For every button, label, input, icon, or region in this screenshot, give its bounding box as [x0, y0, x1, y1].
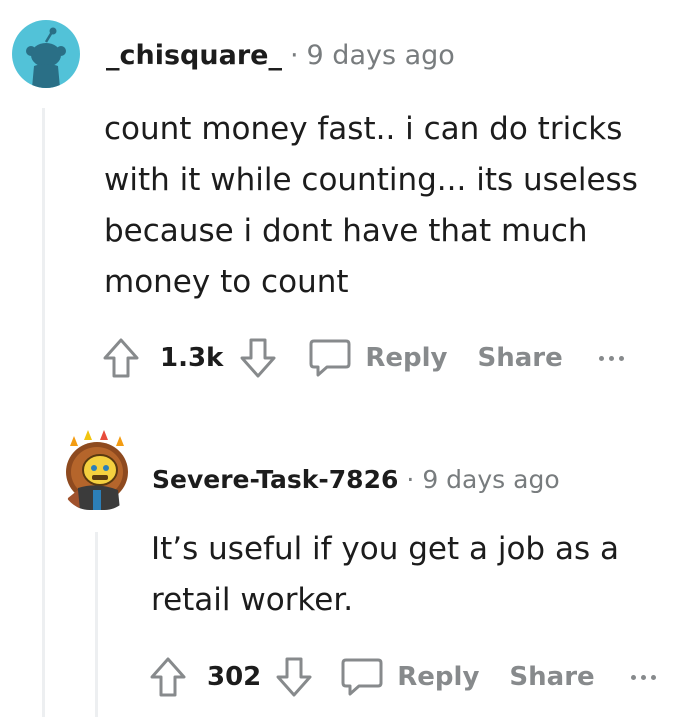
comment-body-line: It’s useful if you get a job as a	[151, 531, 619, 567]
downvote-icon[interactable]	[273, 656, 315, 698]
comment-meta: _chisquare_ · 9 days ago	[106, 40, 455, 71]
comment-icon	[309, 339, 351, 377]
reply-button[interactable]: Reply	[307, 337, 448, 379]
more-options-icon[interactable]	[630, 674, 656, 680]
comment-body-line: money to count	[104, 264, 349, 300]
comment-thread: _chisquare_ · 9 days ago count money fas…	[0, 0, 700, 717]
comment-icon	[341, 658, 383, 696]
comment-body-line: retail worker.	[151, 582, 354, 618]
knight-character-icon	[66, 430, 128, 510]
comment-actions: 1.3k Reply Share	[100, 333, 624, 383]
comment-body-line: count money fast.. i can do tricks	[104, 111, 623, 147]
upvote-icon[interactable]	[147, 656, 189, 698]
user-avatar[interactable]	[60, 428, 134, 510]
reply-button[interactable]: Reply	[339, 656, 479, 698]
comment-body: It’s useful if you get a job as a retail…	[151, 524, 619, 626]
share-button[interactable]: Share	[478, 343, 563, 373]
reply-label: Reply	[365, 343, 448, 373]
vote-score: 1.3k	[160, 343, 224, 373]
thread-line[interactable]	[42, 108, 45, 717]
comment-body: count money fast.. i can do tricks with …	[104, 104, 638, 308]
username[interactable]: _chisquare_	[106, 40, 282, 71]
timestamp[interactable]: 9 days ago	[307, 40, 455, 71]
upvote-icon[interactable]	[100, 337, 142, 379]
more-options-icon[interactable]	[598, 355, 624, 361]
username[interactable]: Severe-Task-7826	[152, 465, 398, 494]
reddit-snoo-icon	[26, 27, 66, 88]
reply-label: Reply	[397, 662, 480, 692]
vote-score: 302	[207, 662, 262, 692]
comment-actions: 302 Reply Share	[147, 652, 656, 702]
timestamp[interactable]: 9 days ago	[422, 465, 559, 494]
comment-body-line: because i dont have that much	[104, 213, 588, 249]
comment-body-line: with it while counting... its useless	[104, 162, 638, 198]
separator: ·	[406, 465, 415, 494]
thread-line[interactable]	[95, 532, 98, 717]
share-button[interactable]: Share	[509, 662, 594, 692]
comment-meta: Severe-Task-7826 · 9 days ago	[152, 465, 560, 494]
downvote-icon[interactable]	[237, 337, 279, 379]
separator: ·	[289, 40, 299, 71]
user-avatar[interactable]	[12, 20, 80, 88]
